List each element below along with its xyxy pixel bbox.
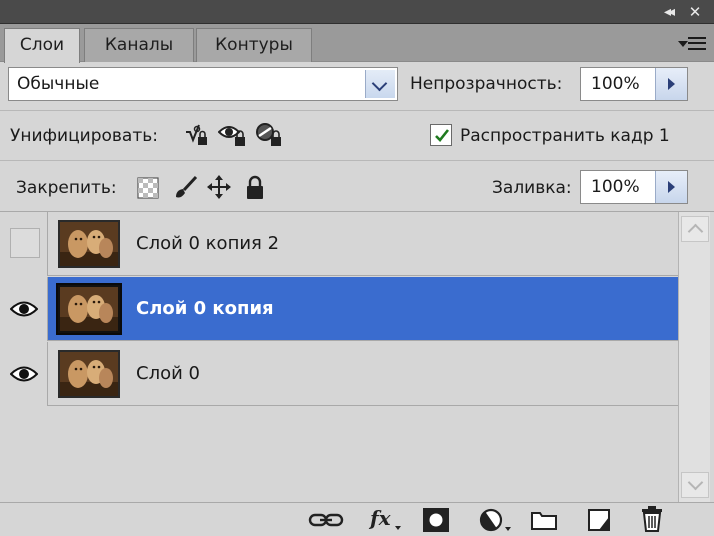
panel-footer: fx [0, 502, 714, 536]
layer-name: Слой 0 копия 2 [136, 233, 280, 254]
layer-thumbnail [58, 350, 120, 398]
panel-tabs: Слои Каналы Контуры [0, 24, 714, 63]
tab-channels[interactable]: Каналы [84, 28, 194, 62]
lock-all-icon[interactable] [244, 175, 266, 201]
panel-titlebar: ◂◂ ✕ [0, 0, 714, 24]
visibility-toggle[interactable] [0, 342, 48, 406]
unify-position-icon[interactable] [184, 122, 210, 148]
layers-list: Слой 0 копия 2 Слой 0 копия Слой 0 [0, 212, 678, 502]
double-chevron-right-icon[interactable]: ◂◂ [656, 3, 680, 21]
opacity-label: Непрозрачность: [410, 74, 563, 94]
layer-name: Слой 0 копия [136, 298, 274, 319]
visibility-toggle[interactable] [0, 212, 48, 276]
scroll-down-icon[interactable] [681, 472, 709, 498]
layers-scrollbar[interactable] [678, 212, 710, 502]
visibility-empty-box[interactable] [10, 228, 40, 258]
divider [0, 160, 714, 161]
unify-style-icon[interactable] [254, 122, 284, 148]
layer-row[interactable]: Слой 0 [0, 342, 678, 406]
new-layer-icon[interactable] [586, 507, 612, 533]
eye-icon [10, 301, 38, 317]
opacity-slider-arrow-icon[interactable] [655, 68, 687, 100]
lock-pixels-icon[interactable] [172, 175, 198, 201]
lock-position-icon[interactable] [206, 174, 232, 200]
divider [0, 110, 714, 111]
unify-visibility-icon[interactable] [218, 122, 248, 148]
propagate-frame-label: Распространить кадр 1 [460, 126, 670, 146]
close-icon[interactable]: ✕ [684, 3, 706, 21]
chevron-down-icon[interactable] [365, 70, 395, 98]
link-layers-icon[interactable] [308, 509, 344, 531]
tab-paths[interactable]: Контуры [196, 28, 312, 62]
lock-transparency-icon[interactable] [136, 176, 160, 200]
blend-mode-select[interactable]: Обычные [8, 67, 398, 101]
layer-mask-icon[interactable] [422, 507, 450, 533]
propagate-frame-checkbox[interactable] [430, 124, 452, 146]
layer-thumbnail [58, 220, 120, 268]
trash-icon[interactable] [640, 505, 664, 533]
layer-row[interactable]: Слой 0 копия 2 [0, 212, 678, 276]
opacity-field[interactable]: 100% [580, 67, 688, 101]
lock-label: Закрепить: [16, 178, 117, 198]
fill-label: Заливка: [492, 178, 572, 198]
unify-label: Унифицировать: [10, 126, 159, 146]
layer-row-selected[interactable]: Слой 0 копия [0, 277, 678, 341]
svg-text:fx: fx [368, 506, 392, 530]
fill-slider-arrow-icon[interactable] [655, 171, 687, 203]
eye-icon [10, 366, 38, 382]
fx-icon[interactable]: fx [368, 505, 402, 533]
scroll-up-icon[interactable] [681, 216, 709, 242]
layer-name: Слой 0 [136, 363, 200, 384]
new-group-icon[interactable] [530, 508, 558, 532]
visibility-toggle[interactable] [0, 277, 48, 341]
panel-menu-icon[interactable] [674, 32, 710, 56]
opacity-value: 100% [591, 74, 640, 94]
blend-mode-value: Обычные [17, 74, 100, 94]
adjustment-layer-icon[interactable] [478, 507, 512, 533]
fill-field[interactable]: 100% [580, 170, 688, 204]
tab-layers[interactable]: Слои [4, 28, 80, 63]
fill-value: 100% [591, 177, 640, 197]
layer-thumbnail [56, 283, 122, 335]
